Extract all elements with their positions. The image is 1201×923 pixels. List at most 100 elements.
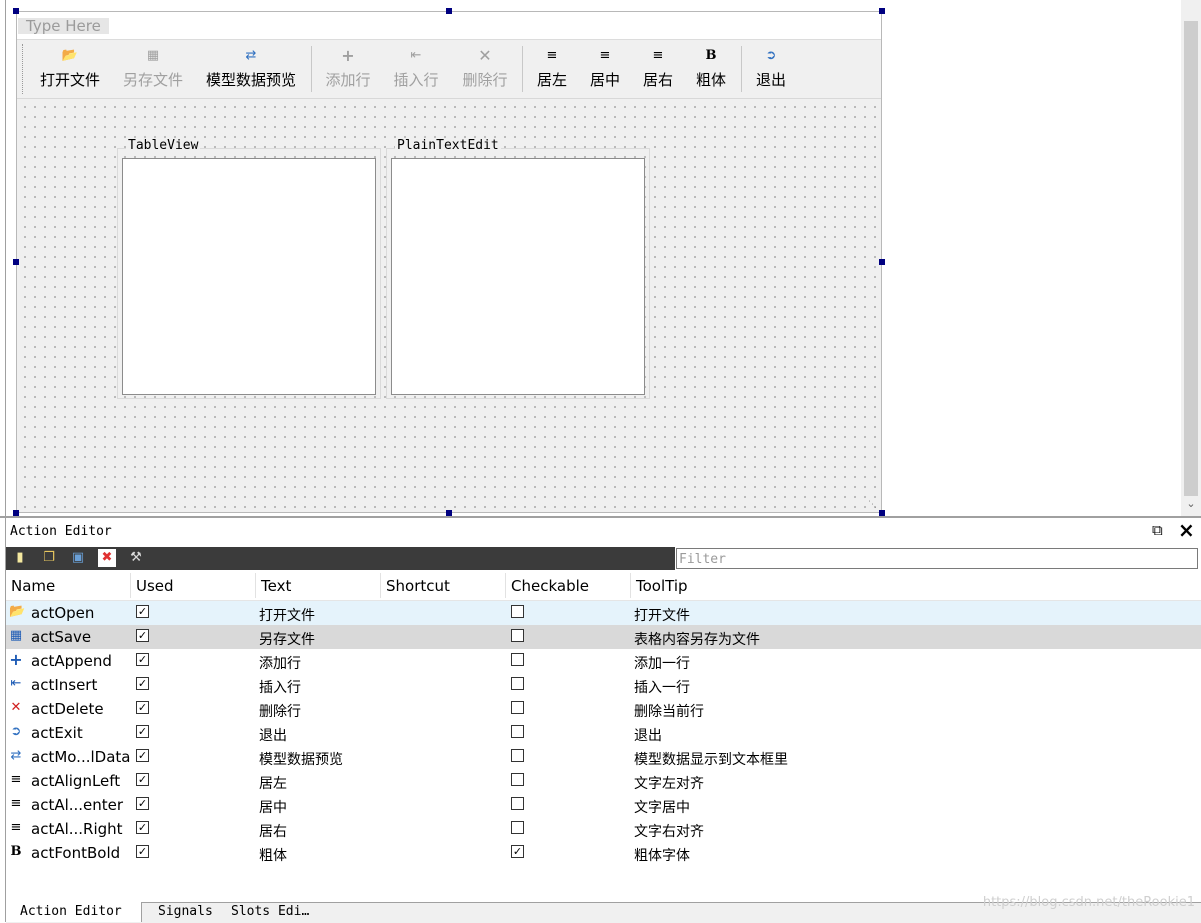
selection-handle[interactable] bbox=[13, 8, 19, 14]
action-row[interactable]: ✕ actDelete ✓ 删除行 删除当前行 bbox=[6, 697, 1201, 721]
checkable-checkbox[interactable] bbox=[511, 821, 524, 834]
used-checkbox[interactable]: ✓ bbox=[136, 845, 149, 858]
new-action-icon[interactable]: ▮ bbox=[11, 549, 29, 567]
resize-grip-icon[interactable]: ⋱ bbox=[868, 500, 877, 510]
scroll-down-arrow-icon[interactable]: ⌄ bbox=[1181, 497, 1201, 513]
action-row[interactable]: ➲ actExit ✓ 退出 退出 bbox=[6, 721, 1201, 745]
used-checkbox[interactable]: ✓ bbox=[136, 821, 149, 834]
checkable-checkbox[interactable] bbox=[511, 749, 524, 762]
action-row[interactable]: ⇤ actInsert ✓ 插入行 插入一行 bbox=[6, 673, 1201, 697]
action-row[interactable]: ≡ actAlignLeft ✓ 居左 文字左对齐 bbox=[6, 769, 1201, 793]
selection-handle[interactable] bbox=[879, 8, 885, 14]
tab-signals[interactable]: Signals bbox=[158, 904, 213, 919]
action-row[interactable]: ≡ actAl...Right ✓ 居右 文字右对齐 bbox=[6, 817, 1201, 841]
toolbar-align-left-button[interactable]: ≡ 居左 bbox=[533, 44, 571, 94]
action-tooltip: 添加一行 bbox=[634, 656, 690, 672]
align-center-icon: ≡ bbox=[599, 48, 611, 63]
action-text: 另存文件 bbox=[259, 632, 315, 648]
column-divider[interactable] bbox=[380, 573, 381, 598]
action-row[interactable]: 📂 actOpen ✓ 打开文件 打开文件 bbox=[6, 601, 1201, 625]
column-header-tooltip[interactable]: ToolTip bbox=[636, 577, 688, 595]
column-header-name[interactable]: Name bbox=[11, 577, 55, 595]
dock-splitter[interactable] bbox=[0, 516, 1201, 518]
column-divider[interactable] bbox=[630, 573, 631, 598]
toolbar-separator bbox=[522, 46, 523, 92]
action-name: actSave bbox=[31, 628, 92, 646]
toolbar-separator bbox=[311, 46, 312, 92]
toolbar-delete-button[interactable]: ✕ 删除行 bbox=[458, 44, 512, 94]
align-left-icon: ≡ bbox=[546, 48, 558, 63]
action-name: actExit bbox=[31, 724, 83, 742]
toolbar-bold-button[interactable]: B 粗体 bbox=[692, 44, 730, 94]
scrollbar-thumb[interactable] bbox=[1184, 21, 1198, 496]
used-checkbox[interactable]: ✓ bbox=[136, 797, 149, 810]
toolbar-insert-button[interactable]: ⇤ 插入行 bbox=[390, 44, 442, 94]
checkable-checkbox[interactable] bbox=[511, 653, 524, 666]
toolbar-append-button[interactable]: + 添加行 bbox=[322, 44, 374, 94]
tab-action-editor[interactable]: Action Editor bbox=[20, 904, 122, 919]
plaintextedit-group-title: PlainTextEdit bbox=[395, 138, 501, 153]
toolbar-grip-handle[interactable] bbox=[22, 44, 24, 94]
paste-action-icon[interactable]: ▣ bbox=[69, 549, 87, 567]
checkable-checkbox[interactable] bbox=[511, 797, 524, 810]
column-divider[interactable] bbox=[255, 573, 256, 598]
action-text: 粗体 bbox=[259, 848, 287, 864]
action-row[interactable]: BactFontBold ✓ 粗体 ✓ 粗体字体 bbox=[6, 841, 1201, 865]
selection-handle[interactable] bbox=[13, 259, 19, 265]
column-header-shortcut[interactable]: Shortcut bbox=[386, 577, 450, 595]
table-view[interactable] bbox=[122, 158, 376, 395]
toolbar-exit-button[interactable]: ➲ 退出 bbox=[752, 44, 790, 94]
action-row[interactable]: ⇄ actMo...lData ✓ 模型数据预览 模型数据显示到文本框里 bbox=[6, 745, 1201, 769]
column-header-used[interactable]: Used bbox=[136, 577, 174, 595]
checkable-checkbox[interactable] bbox=[511, 701, 524, 714]
checkable-checkbox[interactable] bbox=[511, 629, 524, 642]
checkable-checkbox[interactable]: ✓ bbox=[511, 845, 524, 858]
action-tooltip: 文字左对齐 bbox=[634, 776, 704, 792]
used-checkbox[interactable]: ✓ bbox=[136, 701, 149, 714]
checkable-checkbox[interactable] bbox=[511, 725, 524, 738]
toolbar-preview-button[interactable]: ⇄ 模型数据预览 bbox=[202, 44, 300, 94]
type-here-placeholder[interactable]: Type Here bbox=[18, 18, 109, 34]
used-checkbox[interactable]: ✓ bbox=[136, 653, 149, 666]
menu-bar[interactable] bbox=[17, 12, 881, 40]
used-checkbox[interactable]: ✓ bbox=[136, 629, 149, 642]
copy-action-icon[interactable]: ❐ bbox=[40, 549, 58, 567]
used-checkbox[interactable]: ✓ bbox=[136, 725, 149, 738]
save-icon: ▦ bbox=[9, 628, 23, 643]
checkable-checkbox[interactable] bbox=[511, 677, 524, 690]
action-editor-title: Action Editor bbox=[10, 524, 112, 539]
toolbar-align-right-button[interactable]: ≡ 居右 bbox=[639, 44, 677, 94]
column-divider[interactable] bbox=[505, 573, 506, 598]
toolbar-align-center-button[interactable]: ≡ 居中 bbox=[586, 44, 624, 94]
selection-handle[interactable] bbox=[446, 8, 452, 14]
toolbar-save-button[interactable]: ▦ 另存文件 bbox=[118, 44, 188, 94]
used-checkbox[interactable]: ✓ bbox=[136, 749, 149, 762]
checkable-checkbox[interactable] bbox=[511, 773, 524, 786]
action-row[interactable]: ≡ actAl...enter ✓ 居中 文字居中 bbox=[6, 793, 1201, 817]
used-checkbox[interactable]: ✓ bbox=[136, 677, 149, 690]
configure-wrench-icon[interactable]: ⚒ bbox=[127, 549, 145, 567]
selection-handle[interactable] bbox=[879, 259, 885, 265]
action-row[interactable]: ▦ actSave ✓ 另存文件 表格内容另存为文件 bbox=[6, 625, 1201, 649]
delete-action-icon[interactable]: ✖ bbox=[98, 549, 116, 567]
toolbar-open-button[interactable]: 📂 打开文件 bbox=[34, 44, 106, 94]
used-checkbox[interactable]: ✓ bbox=[136, 605, 149, 618]
plain-text-edit[interactable] bbox=[391, 158, 645, 395]
action-tooltip: 删除当前行 bbox=[634, 704, 704, 720]
filter-input[interactable]: Filter bbox=[676, 548, 1198, 569]
folder-open-icon: 📂 bbox=[9, 604, 26, 619]
action-tooltip: 退出 bbox=[634, 728, 662, 744]
checkable-checkbox[interactable] bbox=[511, 605, 524, 618]
bold-icon: B bbox=[705, 48, 717, 63]
column-divider[interactable] bbox=[130, 573, 131, 598]
action-row[interactable]: + actAppend ✓ 添加行 添加一行 bbox=[6, 649, 1201, 673]
column-header-checkable[interactable]: Checkable bbox=[511, 577, 589, 595]
delete-icon: ✕ bbox=[478, 46, 492, 65]
close-icon[interactable]: × bbox=[1178, 518, 1195, 542]
action-table-header bbox=[6, 572, 1201, 601]
exit-icon: ➲ bbox=[765, 48, 777, 63]
used-checkbox[interactable]: ✓ bbox=[136, 773, 149, 786]
column-header-text[interactable]: Text bbox=[261, 577, 291, 595]
tab-slots-editor[interactable]: Slots Edi… bbox=[231, 904, 309, 919]
float-window-icon[interactable]: ⧉ bbox=[1152, 521, 1163, 539]
